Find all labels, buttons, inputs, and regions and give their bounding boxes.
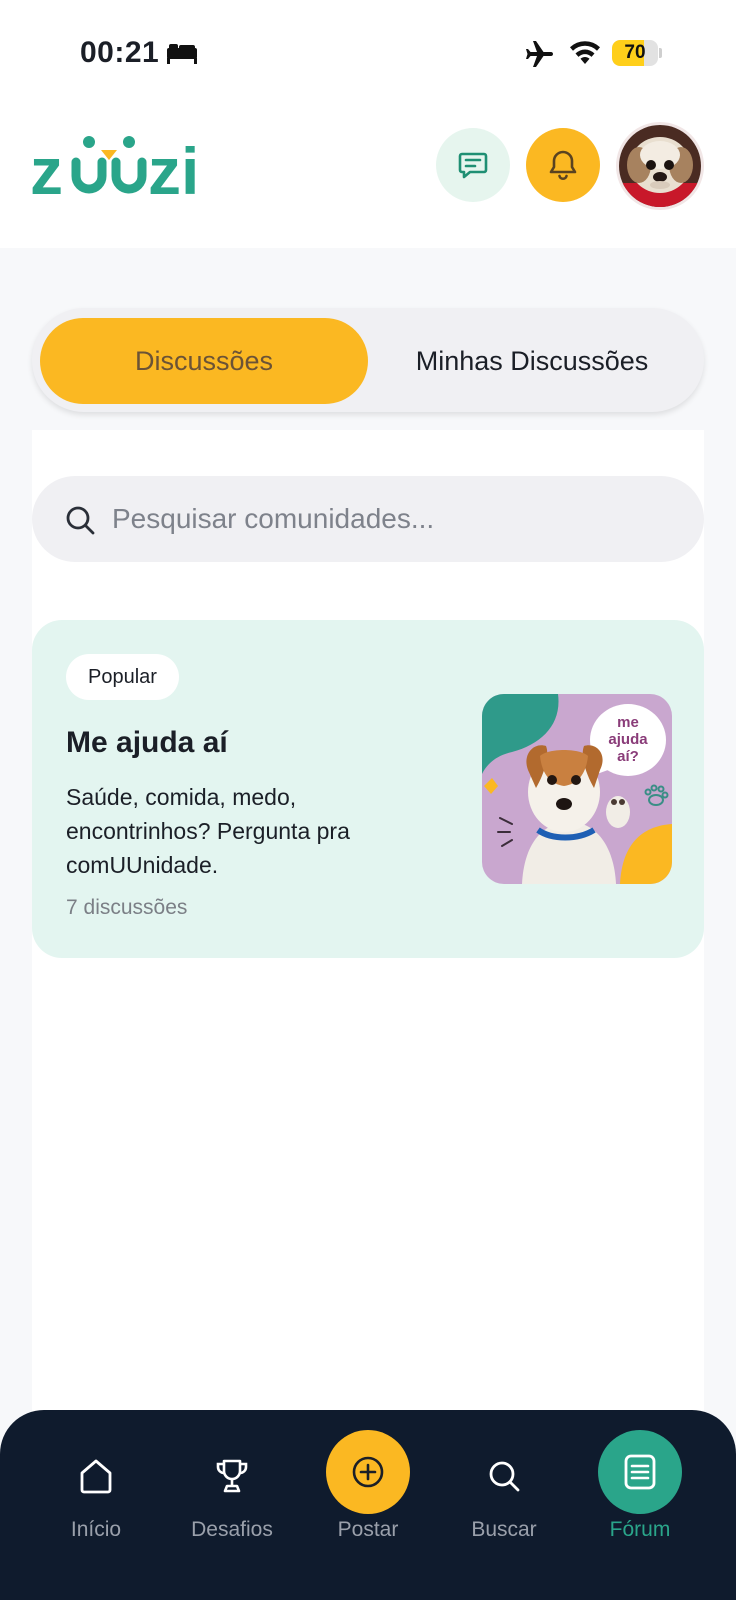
chat-icon — [458, 152, 488, 179]
bottom-navigation: Início Desafios Postar Buscar Fórum — [0, 1410, 736, 1600]
bubble-text-2: ajuda — [608, 731, 648, 748]
nav-label-forum: Fórum — [609, 1518, 671, 1541]
content-area: Popular Me ajuda aí Saúde, comida, medo,… — [32, 430, 704, 1430]
wifi-icon — [570, 41, 600, 64]
battery-level: 70 — [624, 42, 646, 63]
zuuzi-logo: z zi — [30, 134, 199, 200]
nav-label-postar: Postar — [337, 1518, 399, 1541]
dog-avatar-image — [619, 125, 701, 207]
search-icon — [489, 1461, 520, 1492]
app-header: z zi — [0, 100, 736, 248]
profile-avatar[interactable] — [616, 122, 704, 210]
bubble-text-3: aí? — [617, 748, 639, 765]
airplane-icon — [526, 41, 553, 67]
nav-forum[interactable]: Fórum — [570, 1410, 710, 1600]
discussion-count: 7 discussões — [66, 896, 188, 919]
popular-badge: Popular — [66, 654, 179, 700]
notifications-button[interactable] — [526, 128, 600, 202]
discussion-tabs: Discussões Minhas Discussões — [32, 308, 704, 412]
nav-label-desafios: Desafios — [191, 1518, 273, 1541]
bed-icon — [167, 44, 197, 64]
nav-postar[interactable]: Postar — [298, 1410, 438, 1600]
svg-text:zi: zi — [148, 134, 199, 200]
bell-icon — [549, 150, 577, 180]
community-description: Saúde, comida, medo, encontrinhos? Pergu… — [66, 784, 350, 878]
bubble-text-1: me — [617, 714, 639, 731]
nav-inicio[interactable]: Início — [26, 1410, 166, 1600]
nav-buscar[interactable]: Buscar — [434, 1410, 574, 1600]
community-title: Me ajuda aí — [66, 726, 228, 759]
messages-button[interactable] — [436, 128, 510, 202]
nav-desafios[interactable]: Desafios — [162, 1410, 302, 1600]
community-image: me ajuda aí? — [482, 694, 672, 884]
screen: 00:21 70 z zi Discussões Minhas Discussõ… — [0, 0, 736, 1600]
home-icon — [80, 1459, 112, 1494]
post-button[interactable] — [326, 1430, 410, 1514]
search-icon — [66, 506, 95, 535]
forum-icon — [624, 1454, 656, 1490]
status-time: 00:21 — [80, 36, 160, 69]
nav-label-buscar: Buscar — [471, 1518, 537, 1541]
plus-circle-icon — [352, 1456, 384, 1488]
status-bar: 00:21 70 — [0, 0, 736, 100]
tab-minhas-discussoes[interactable]: Minhas Discussões — [368, 318, 696, 404]
search-bar[interactable] — [32, 476, 704, 562]
nav-label-inicio: Início — [70, 1518, 122, 1541]
svg-text:z: z — [30, 134, 64, 200]
search-input[interactable] — [112, 494, 672, 544]
battery-icon: 70 — [612, 40, 662, 66]
community-card[interactable]: Popular Me ajuda aí Saúde, comida, medo,… — [32, 620, 704, 958]
trophy-icon — [216, 1459, 248, 1493]
forum-active-indicator — [598, 1430, 682, 1514]
tab-discussoes[interactable]: Discussões — [40, 318, 368, 404]
